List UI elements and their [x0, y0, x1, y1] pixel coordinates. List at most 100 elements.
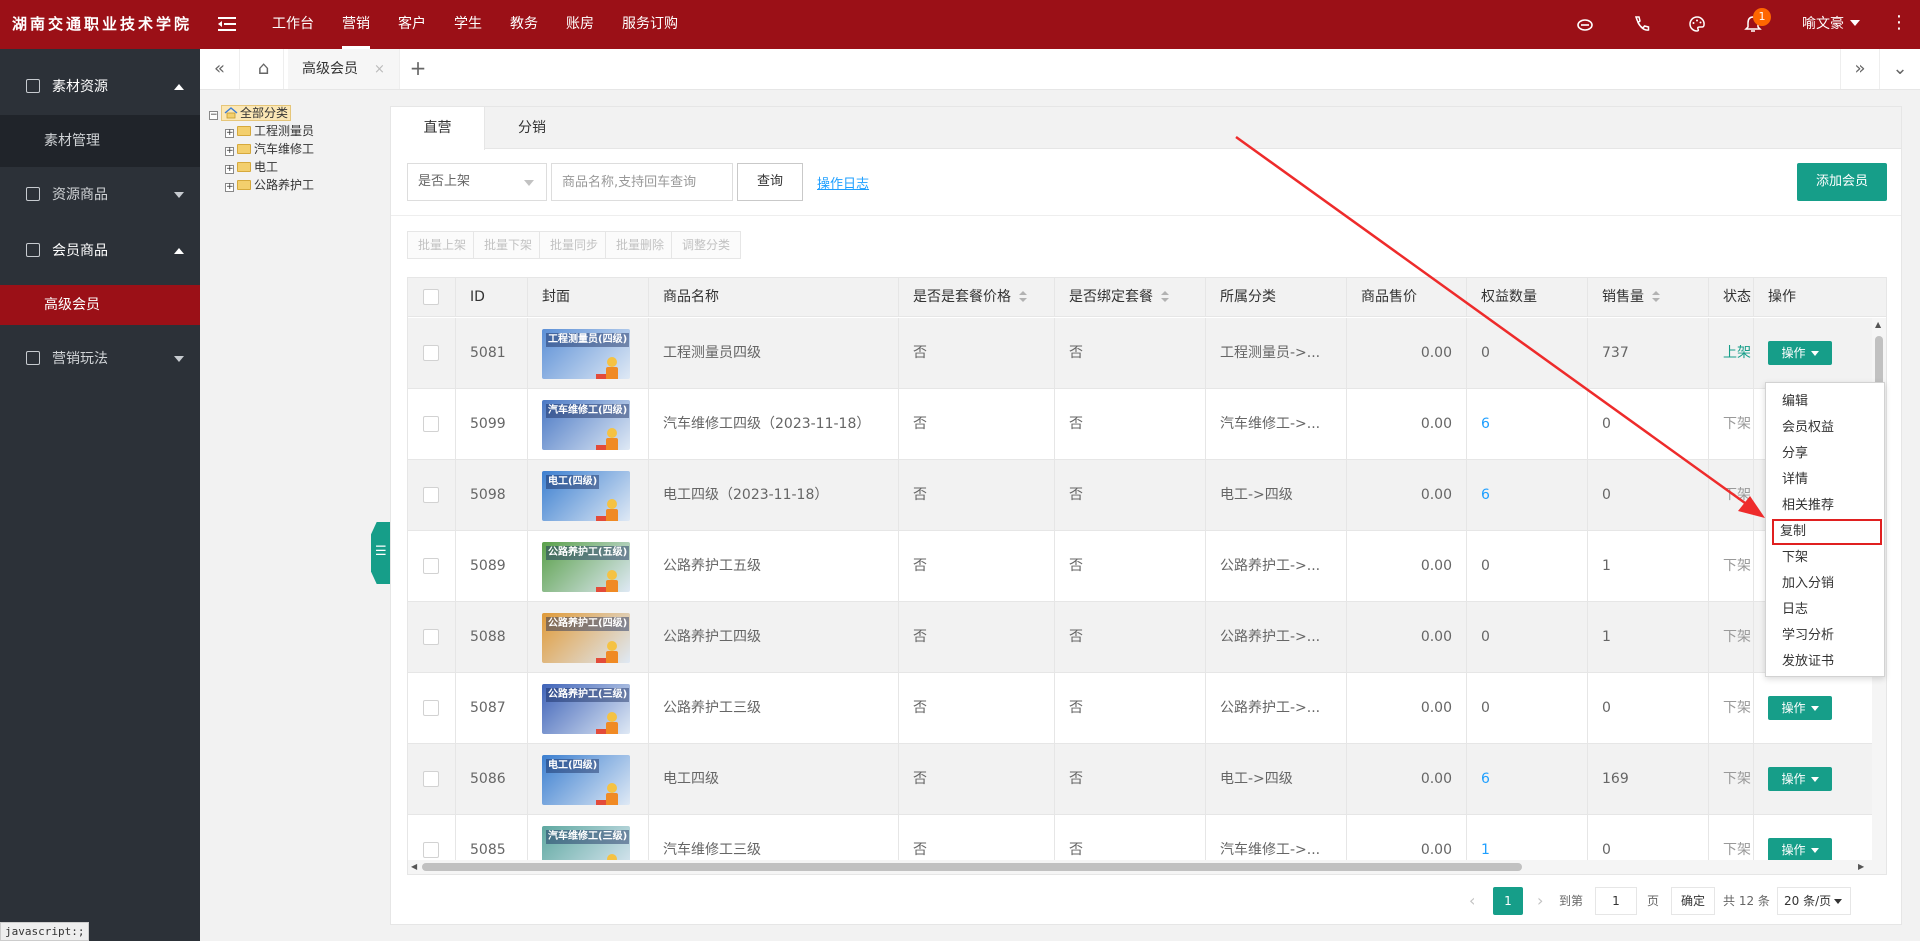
- tree-item[interactable]: + 汽车维修工: [209, 140, 314, 158]
- row-action-button[interactable]: 操作: [1768, 767, 1832, 791]
- row-action-button[interactable]: 操作: [1768, 696, 1832, 720]
- nav-item-academic[interactable]: 教务: [496, 0, 552, 49]
- row-action-button[interactable]: 操作: [1768, 838, 1832, 862]
- dropdown-item[interactable]: 下架: [1766, 545, 1884, 571]
- chevron-down-icon[interactable]: ⌄: [1880, 49, 1920, 89]
- row-checkbox[interactable]: [423, 842, 439, 858]
- goto-confirm-button[interactable]: 确定: [1671, 887, 1715, 915]
- row-checkbox[interactable]: [423, 558, 439, 574]
- sort-icon[interactable]: [1161, 291, 1169, 303]
- add-tab-button[interactable]: +: [400, 49, 436, 89]
- cell-cover: 公路养护工(五级): [528, 531, 649, 601]
- scroll-right-icon[interactable]: ▶: [1858, 862, 1864, 871]
- dropdown-item[interactable]: 发放证书: [1766, 649, 1884, 675]
- scroll-up-icon[interactable]: ▲: [1875, 320, 1881, 329]
- sidebar-item-premium-member[interactable]: 高级会员: [0, 285, 200, 325]
- sidebar-group-resource-goods[interactable]: 资源商品: [0, 167, 200, 223]
- table-row[interactable]: 5081 工程测量员(四级) 工程测量员四级否否工程测量员->... 0.00 0 737…: [408, 318, 1886, 389]
- expand-icon[interactable]: +: [225, 129, 234, 138]
- sidebar-group-member-goods[interactable]: 会员商品: [0, 223, 200, 279]
- operation-log-link[interactable]: 操作日志: [817, 173, 869, 192]
- headset-icon[interactable]: [1576, 15, 1594, 33]
- goto-page-input[interactable]: 1: [1595, 887, 1637, 915]
- sidebar-item-material-manage[interactable]: 素材管理: [0, 115, 200, 167]
- col-package-price[interactable]: 是否是套餐价格: [899, 278, 1055, 317]
- table-row[interactable]: 5086 电工(四级) 电工四级否否电工->四级 0.00 6 169 下架 操作: [408, 744, 1886, 815]
- row-checkbox[interactable]: [423, 700, 439, 716]
- tree-toggle-handle[interactable]: ☰: [371, 522, 390, 584]
- batch-publish-button[interactable]: 批量上架: [407, 231, 478, 259]
- home-icon[interactable]: ⌂: [244, 49, 284, 89]
- menu-toggle-icon[interactable]: [218, 15, 236, 33]
- select-all-checkbox[interactable]: [423, 289, 439, 305]
- sort-icon[interactable]: [1652, 291, 1660, 303]
- row-checkbox[interactable]: [423, 416, 439, 432]
- app-logo[interactable]: 湖南交通职业技术学院: [12, 0, 192, 49]
- table-row[interactable]: 5098 电工(四级) 电工四级（2023-11-18）否否电工->四级 0.00 6 0…: [408, 460, 1886, 531]
- search-input[interactable]: [551, 163, 733, 201]
- sidebar-group-material[interactable]: 素材资源: [0, 59, 200, 115]
- nav-item-service-order[interactable]: 服务订购: [608, 0, 692, 49]
- dropdown-item[interactable]: 复制: [1772, 519, 1882, 545]
- tab-direct[interactable]: 直营: [391, 107, 485, 150]
- nav-item-students[interactable]: 学生: [440, 0, 496, 49]
- close-icon[interactable]: ×: [374, 62, 385, 77]
- tree-root[interactable]: − 全部分类: [209, 104, 314, 122]
- col-bind-package[interactable]: 是否绑定套餐: [1055, 278, 1206, 317]
- dropdown-item[interactable]: 学习分析: [1766, 623, 1884, 649]
- collapse-icon[interactable]: −: [209, 111, 218, 120]
- more-vertical-icon[interactable]: ⋮: [1890, 14, 1908, 32]
- nav-item-finance[interactable]: 账房: [552, 0, 608, 49]
- dropdown-item[interactable]: 编辑: [1766, 389, 1884, 415]
- dropdown-item[interactable]: 分享: [1766, 441, 1884, 467]
- tree-item[interactable]: + 公路养护工: [209, 176, 314, 194]
- dropdown-item[interactable]: 加入分销: [1766, 571, 1884, 597]
- user-menu[interactable]: 喻文豪: [1802, 0, 1860, 49]
- sort-icon[interactable]: [1019, 291, 1027, 303]
- palette-icon[interactable]: [1688, 15, 1706, 33]
- scroll-left-icon[interactable]: ◀: [411, 862, 417, 871]
- double-chevron-right-icon[interactable]: »: [1840, 49, 1880, 89]
- prev-page-icon[interactable]: ‹: [1469, 887, 1475, 915]
- tree-item[interactable]: + 工程测量员: [209, 122, 314, 140]
- expand-icon[interactable]: +: [225, 183, 234, 192]
- dropdown-item[interactable]: 日志: [1766, 597, 1884, 623]
- shelf-status-select[interactable]: 是否上架: [407, 163, 547, 201]
- batch-sync-button[interactable]: 批量同步: [539, 231, 610, 259]
- sidebar-group-marketing-play[interactable]: 营销玩法: [0, 331, 200, 387]
- row-checkbox[interactable]: [423, 487, 439, 503]
- row-checkbox[interactable]: [423, 345, 439, 361]
- expand-icon[interactable]: +: [225, 165, 234, 174]
- query-button[interactable]: 查询: [737, 163, 803, 201]
- horizontal-scrollbar[interactable]: ◀ ▶: [408, 860, 1886, 874]
- page-current[interactable]: 1: [1493, 887, 1523, 915]
- nav-item-marketing[interactable]: 营销: [328, 0, 384, 49]
- scroll-thumb[interactable]: [422, 863, 1522, 871]
- tab-premium-member[interactable]: 高级会员 ×: [288, 49, 400, 89]
- nav-item-customers[interactable]: 客户: [384, 0, 440, 49]
- table-row[interactable]: 5087 公路养护工(三级) 公路养护工三级否否公路养护工->... 0.00 0 0 下架…: [408, 673, 1886, 744]
- tree-item[interactable]: + 电工: [209, 158, 314, 176]
- dropdown-item[interactable]: 详情: [1766, 467, 1884, 493]
- row-checkbox[interactable]: [423, 629, 439, 645]
- batch-unpublish-button[interactable]: 批量下架: [473, 231, 544, 259]
- phone-icon[interactable]: [1632, 15, 1650, 33]
- dropdown-item[interactable]: 相关推荐: [1766, 493, 1884, 519]
- page-size-select[interactable]: 20 条/页: [1777, 887, 1851, 915]
- row-action-button[interactable]: 操作: [1768, 341, 1832, 365]
- table-row[interactable]: 5088 公路养护工(四级) 公路养护工四级否否公路养护工->... 0.00 0 1 下架: [408, 602, 1886, 673]
- tab-distribution[interactable]: 分销: [485, 107, 579, 149]
- batch-delete-button[interactable]: 批量删除: [605, 231, 676, 259]
- double-chevron-left-icon[interactable]: «: [200, 49, 240, 89]
- total-count: 共 12 条: [1723, 894, 1770, 908]
- row-checkbox[interactable]: [423, 771, 439, 787]
- col-sales[interactable]: 销售量: [1588, 278, 1709, 317]
- nav-item-workbench[interactable]: 工作台: [258, 0, 328, 49]
- dropdown-item[interactable]: 会员权益: [1766, 415, 1884, 441]
- table-row[interactable]: 5099 汽车维修工(四级) 汽车维修工四级（2023-11-18）否否汽车维修工-…: [408, 389, 1886, 460]
- adjust-category-button[interactable]: 调整分类: [671, 231, 742, 259]
- expand-icon[interactable]: +: [225, 147, 234, 156]
- add-member-button[interactable]: 添加会员: [1797, 163, 1887, 201]
- table-row[interactable]: 5089 公路养护工(五级) 公路养护工五级否否公路养护工->... 0.00 0 1 下架: [408, 531, 1886, 602]
- next-page-icon[interactable]: ›: [1537, 887, 1543, 915]
